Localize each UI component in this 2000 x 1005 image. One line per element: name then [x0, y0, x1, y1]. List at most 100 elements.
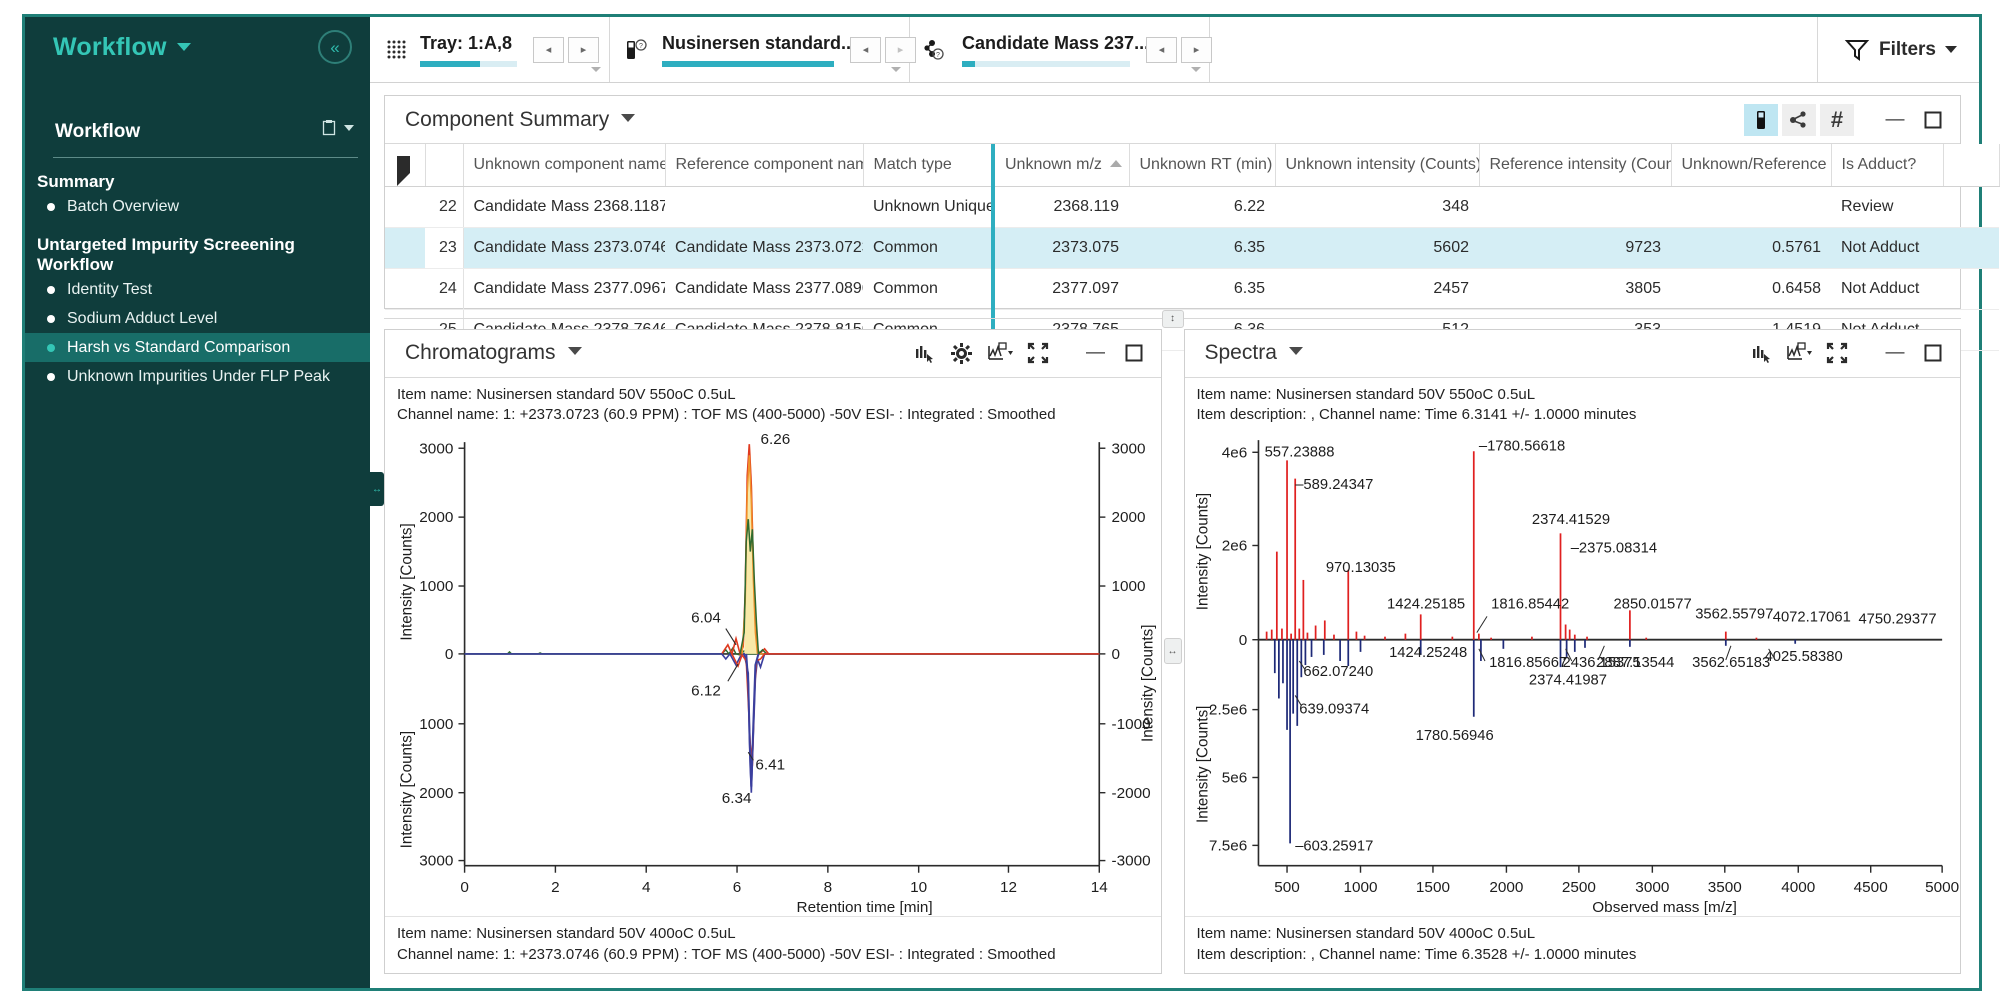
maximize-button[interactable]: [1916, 104, 1950, 136]
maximize-button[interactable]: [1117, 337, 1151, 369]
col-match-type[interactable]: Match type: [863, 144, 994, 187]
breadcrumb-component[interactable]: ? Candidate Mass 237... ◂ ▸: [910, 17, 1212, 82]
chromatograms-title-dropdown[interactable]: Chromatograms: [405, 341, 582, 365]
breadcrumb-prev-button[interactable]: ◂: [1146, 36, 1177, 63]
sidebar-collapse-button[interactable]: «: [318, 30, 352, 64]
cell-unknown-rt: 6.35: [1129, 227, 1275, 269]
breadcrumb-label: Candidate Mass 237...: [962, 32, 1150, 53]
sample-vial-icon[interactable]: [1744, 103, 1778, 136]
sort-ascending-icon: [1109, 159, 1122, 167]
svg-text:-2000: -2000: [1112, 784, 1151, 801]
col-reference-component-name[interactable]: Reference component name: [665, 144, 864, 187]
svg-text:6.41: 6.41: [755, 756, 785, 773]
component-summary-table-wrapper: Unknown component name Reference compone…: [385, 144, 2000, 351]
svg-text:3562.65183: 3562.65183: [1692, 655, 1770, 671]
bar-cursor-icon[interactable]: [1744, 337, 1778, 369]
cell-unknown-rt: 6.35: [1129, 268, 1275, 310]
sidebar-resize-handle[interactable]: ↔: [370, 472, 384, 506]
breadcrumb-tray[interactable]: Tray: 1:A,8 ◂ ▸: [370, 17, 610, 82]
cell-reference-component-name: Candidate Mass 2373.0723: [665, 227, 863, 269]
chevron-down-icon[interactable]: [591, 67, 601, 72]
chevron-down-icon[interactable]: [1191, 67, 1201, 72]
component-summary-title-dropdown[interactable]: Component Summary: [405, 108, 636, 132]
svg-text:639.09374: 639.09374: [1299, 701, 1369, 717]
plot-layout-icon[interactable]: [1782, 337, 1816, 369]
chevron-down-icon: [1288, 347, 1303, 356]
col-unknown-intensity[interactable]: Unknown intensity (Counts): [1275, 144, 1480, 187]
splitter-knob[interactable]: ↔: [1163, 638, 1182, 665]
col-unknown-reference[interactable]: Unknown/Reference: [1671, 144, 1832, 187]
sidebar-group-untargeted: Untargeted Impurity Screeening Workflow …: [25, 235, 370, 391]
svg-text:3000: 3000: [419, 440, 453, 457]
breadcrumb-prev-button[interactable]: ◂: [533, 36, 564, 63]
gear-icon[interactable]: [945, 337, 979, 369]
chevron-down-icon[interactable]: [891, 67, 901, 72]
sidebar-item-unknown-impurities-under-flp-peak[interactable]: Unknown Impurities Under FLP Peak: [25, 362, 370, 391]
filters-button[interactable]: Filters: [1818, 17, 1979, 82]
sidebar-item-label: Harsh vs Standard Comparison: [67, 338, 291, 356]
svg-text:1780.56946: 1780.56946: [1415, 728, 1493, 744]
svg-text:1816.85442: 1816.85442: [1491, 596, 1569, 612]
plot-layout-icon[interactable]: [983, 337, 1017, 369]
col-reference-intensity[interactable]: Reference intensity (Counts): [1479, 144, 1672, 187]
minimize-button[interactable]: —: [1878, 337, 1912, 369]
table-row[interactable]: 23 Candidate Mass 2373.0746 Candidate Ma…: [385, 227, 1999, 269]
table-corner-cell[interactable]: [385, 144, 426, 187]
cell-unknown-reference: 0.5761: [1671, 227, 1831, 269]
col-unknown-mz[interactable]: Unknown m/z: [991, 144, 1130, 187]
chromatogram-plot[interactable]: 3000 2000 1000 0 1000 2000 3000 Intensit…: [385, 430, 1161, 916]
breadcrumb-prev-button[interactable]: ◂: [850, 36, 881, 63]
hash-icon[interactable]: #: [1820, 103, 1854, 136]
sidebar-title-dropdown[interactable]: Workflow: [53, 33, 191, 62]
col-unknown-rt[interactable]: Unknown RT (min): [1129, 144, 1276, 187]
spectra-bottom-item-name: Item name: Nusinersen standard 50V 400oC…: [1196, 924, 1536, 942]
spectra-top-meta: Item name: Nusinersen standard 50V 550oC…: [1185, 378, 1961, 430]
breadcrumb-bar: Tray: 1:A,8 ◂ ▸ ? Nusinersen standard...…: [370, 17, 1979, 83]
sidebar-group-summary: Summary Batch Overview: [25, 172, 370, 221]
spectra-title-dropdown[interactable]: Spectra: [1205, 341, 1303, 365]
component-summary-panel: Component Summary # — Unknown component …: [384, 95, 2000, 351]
sidebar-item-batch-overview[interactable]: Batch Overview: [25, 192, 370, 221]
breadcrumb-progress: [420, 60, 517, 67]
spectra-bottom-item-description: Item description: , Channel name: Time 6…: [1196, 945, 1637, 963]
svg-text:2887.13544: 2887.13544: [1596, 655, 1674, 671]
bar-cursor-icon[interactable]: [907, 337, 941, 369]
spectra-plot[interactable]: 4e6 2e6 0 2.5e6 5e6 7.5e6 Intensity [Cou…: [1185, 430, 1961, 916]
sidebar-item-identity-test[interactable]: Identity Test: [25, 275, 370, 304]
col-is-adduct[interactable]: Is Adduct?: [1831, 144, 1944, 187]
breadcrumb-next-button[interactable]: ▸: [568, 36, 599, 63]
row-marker: [385, 268, 425, 310]
breadcrumb-next-button[interactable]: ▸: [1181, 36, 1212, 63]
horizontal-splitter[interactable]: ↕: [384, 309, 1961, 329]
svg-text:Intensity [Counts]: Intensity [Counts]: [1194, 705, 1211, 822]
svg-text:-3000: -3000: [1112, 852, 1151, 869]
svg-text:6.26: 6.26: [761, 431, 791, 448]
vertical-splitter[interactable]: ↔: [1162, 329, 1184, 974]
svg-text:1816.85667: 1816.85667: [1489, 655, 1567, 671]
row-marker: [385, 227, 425, 269]
cell-unknown-intensity: 2457: [1275, 268, 1479, 310]
minimize-button[interactable]: —: [1079, 337, 1113, 369]
sidebar-section-actions[interactable]: [320, 119, 370, 137]
fullscreen-icon[interactable]: [1021, 337, 1055, 369]
maximize-button[interactable]: [1916, 337, 1950, 369]
spectra-item-description: Item description: , Channel name: Time 6…: [1196, 406, 1637, 424]
bullet-icon: [47, 202, 55, 211]
component-summary-tools: # —: [1744, 103, 1950, 136]
sidebar-item-sodium-adduct-level[interactable]: Sodium Adduct Level: [25, 304, 370, 333]
share-nodes-icon[interactable]: [1782, 103, 1816, 136]
table-row[interactable]: 22 Candidate Mass 2368.1187 Unknown Uniq…: [385, 186, 1999, 228]
minimize-button[interactable]: —: [1878, 104, 1912, 136]
svg-text:557.23888: 557.23888: [1264, 444, 1334, 460]
table-row[interactable]: 24 Candidate Mass 2377.0967 Candidate Ma…: [385, 268, 1999, 310]
splitter-knob[interactable]: ↕: [1161, 309, 1184, 328]
fullscreen-icon[interactable]: [1820, 337, 1854, 369]
cell-unknown-intensity: 348: [1275, 186, 1479, 228]
col-unknown-component-name[interactable]: Unknown component name: [463, 144, 666, 187]
breadcrumb-sample[interactable]: ? Nusinersen standard... ◂ ▸: [610, 17, 916, 82]
sidebar-item-harsh-vs-standard-comparison[interactable]: Harsh vs Standard Comparison: [25, 333, 370, 362]
tray-grid-icon: [384, 37, 410, 63]
cell-unknown-mz: 2373.075: [991, 227, 1129, 269]
breadcrumb-nav: ◂ ▸: [1146, 36, 1212, 63]
row-index: 24: [425, 268, 464, 310]
